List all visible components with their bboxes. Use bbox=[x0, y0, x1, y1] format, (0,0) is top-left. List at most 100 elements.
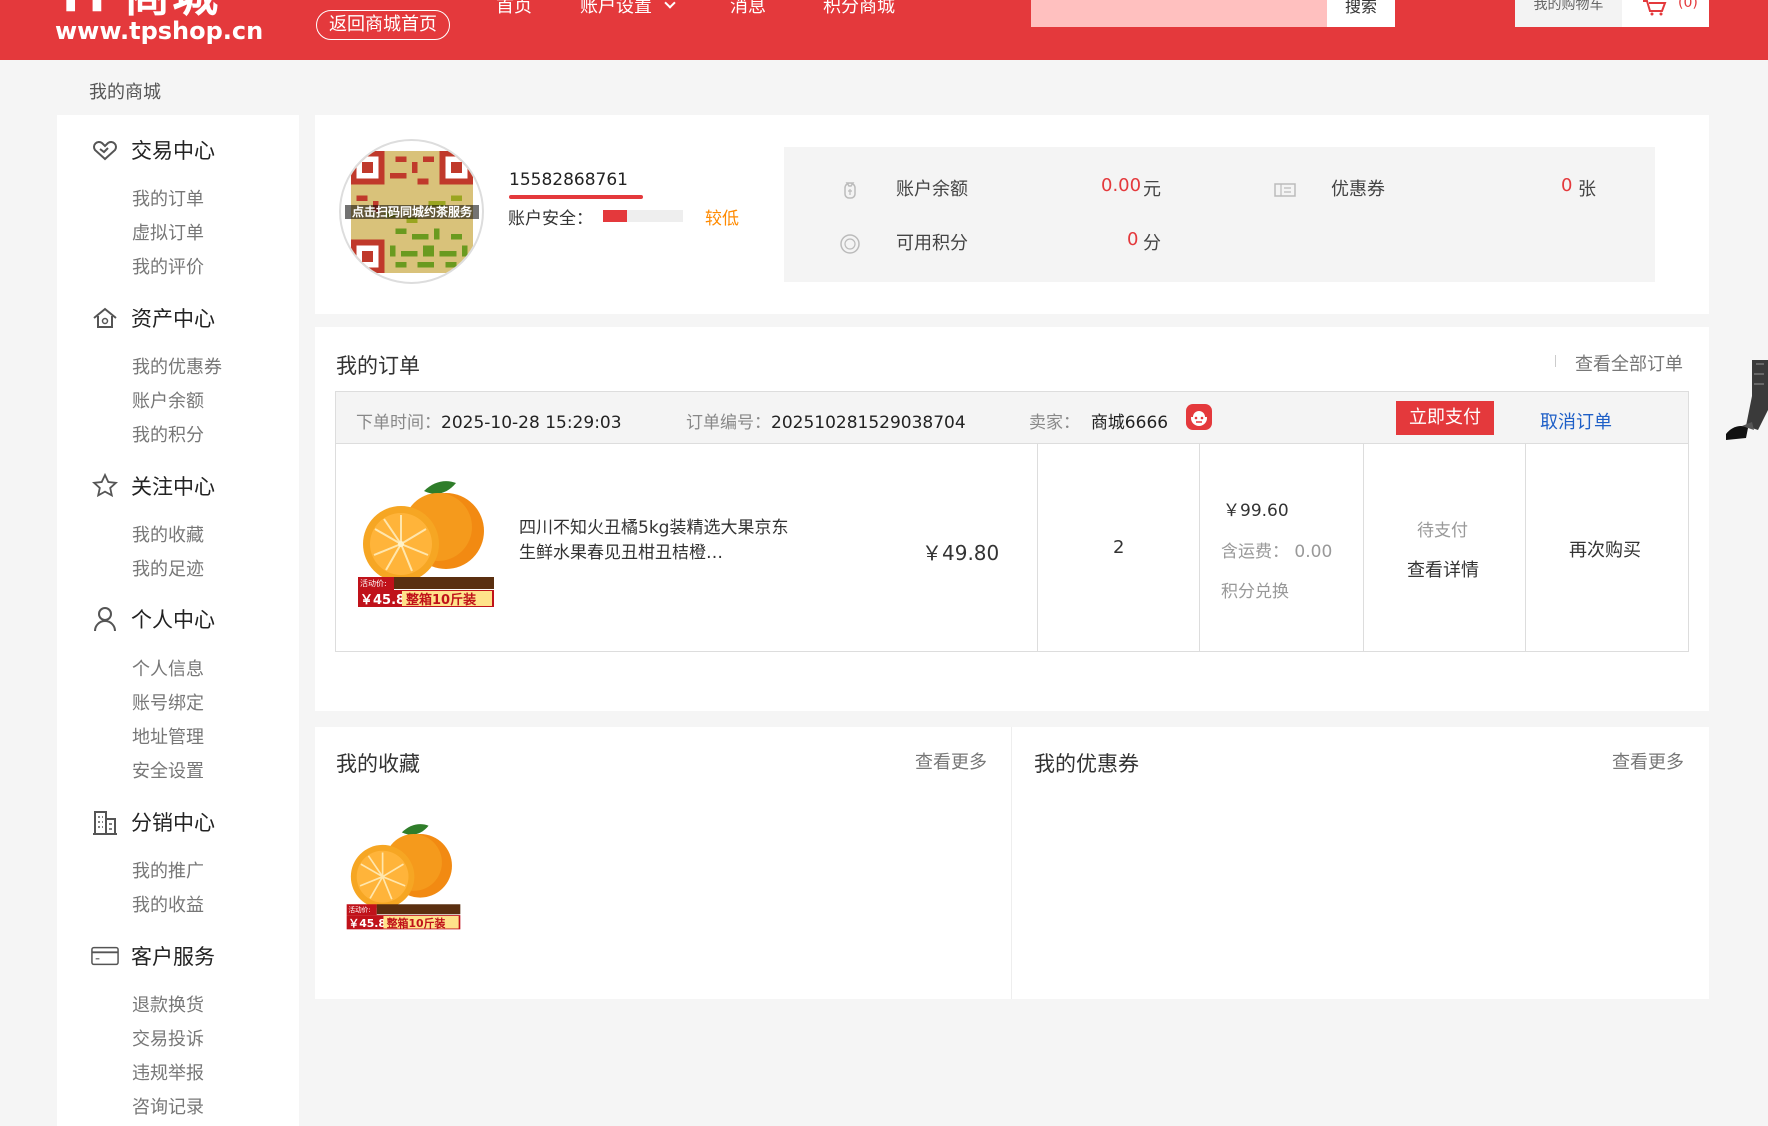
order-time-value: 2025-10-28 15:29:03 bbox=[441, 413, 622, 433]
site-logo[interactable]: TP商城 www.tpshop.cn bbox=[55, 0, 263, 45]
coupons-title: 我的优惠券 bbox=[1034, 752, 1139, 776]
security-progress-bar bbox=[603, 210, 683, 222]
view-detail-link[interactable]: 查看详情 bbox=[1407, 556, 1479, 582]
seller-name[interactable]: 商城6666 bbox=[1091, 413, 1168, 433]
points-exchange: 积分兑换 bbox=[1221, 582, 1289, 602]
sidebar-section-title: 分销中心 bbox=[131, 811, 215, 835]
money-bag-icon bbox=[844, 182, 856, 199]
divider bbox=[1555, 355, 1556, 367]
sidebar-item-virtual-orders[interactable]: 虚拟订单 bbox=[132, 219, 204, 245]
security-level[interactable]: 较低 bbox=[705, 204, 739, 229]
search-button[interactable]: 搜索 bbox=[1327, 0, 1395, 27]
star-icon bbox=[91, 472, 119, 500]
my-cart-link[interactable]: 我的购物车 bbox=[1515, 0, 1622, 27]
sidebar-item-my-orders[interactable]: 我的订单 bbox=[132, 185, 204, 211]
sidebar-item-profile[interactable]: 个人信息 bbox=[132, 655, 204, 681]
favorite-product-image[interactable]: 活动价: ￥45.8 整箱10斤装 bbox=[345, 814, 462, 931]
sidebar-item-my-coupons[interactable]: 我的优惠券 bbox=[132, 353, 222, 379]
favorites-coupons-panel bbox=[315, 727, 1709, 999]
sidebar-section-title: 交易中心 bbox=[131, 139, 215, 163]
cart-count: (0) bbox=[1678, 0, 1698, 11]
nav-messages[interactable]: 消息 bbox=[730, 0, 766, 18]
avatar[interactable]: 点击扫码同城约茶服务 bbox=[339, 139, 484, 284]
top-bar: TP商城 www.tpshop.cn 返回商城首页 首页 账户设置 消息 积分商… bbox=[0, 0, 1768, 60]
divider bbox=[1363, 444, 1364, 652]
sidebar-item-report[interactable]: 违规举报 bbox=[132, 1059, 204, 1085]
back-to-home-button[interactable]: 返回商城首页 bbox=[316, 10, 450, 40]
search-input[interactable] bbox=[1031, 0, 1327, 27]
buy-again-button[interactable]: 再次购买 bbox=[1569, 536, 1641, 562]
view-all-orders-link[interactable]: 查看全部订单 bbox=[1575, 350, 1683, 376]
promo-price: ￥45.8 bbox=[360, 593, 405, 608]
points-label: 可用积分 bbox=[896, 233, 968, 254]
favorites-more-link[interactable]: 查看更多 bbox=[915, 748, 987, 774]
favorites-title: 我的收藏 bbox=[336, 752, 420, 776]
avatar-caption: 点击扫码同城约茶服务 bbox=[345, 205, 479, 219]
balance-unit: 元 bbox=[1143, 179, 1161, 200]
sidebar-item-address[interactable]: 地址管理 bbox=[132, 723, 204, 749]
coupon-value[interactable]: 0 bbox=[1561, 175, 1572, 196]
sidebar-section-distribution: 分销中心 bbox=[91, 807, 215, 837]
promo-label: 活动价: bbox=[360, 578, 387, 588]
sidebar-item-my-footprints[interactable]: 我的足迹 bbox=[132, 555, 204, 581]
pay-now-button[interactable]: 立即支付 bbox=[1396, 401, 1494, 435]
balance-value[interactable]: 0.00 bbox=[1101, 175, 1141, 196]
sidebar-section-follow: 关注中心 bbox=[91, 471, 215, 501]
sidebar-item-my-favorites[interactable]: 我的收藏 bbox=[132, 521, 204, 547]
cart-button[interactable]: (0) bbox=[1622, 0, 1709, 27]
sidebar-section-title: 资产中心 bbox=[131, 307, 215, 331]
nav-account-settings[interactable]: 账户设置 bbox=[580, 0, 676, 18]
sidebar-item-security[interactable]: 安全设置 bbox=[132, 757, 204, 783]
product-price: ￥49.80 bbox=[922, 541, 1000, 565]
sidebar-section-trade: 交易中心 bbox=[91, 135, 215, 165]
coupon-label: 优惠券 bbox=[1331, 179, 1385, 200]
sidebar-item-my-earnings[interactable]: 我的收益 bbox=[132, 891, 204, 917]
logo-title: TP商城 bbox=[55, 0, 220, 18]
sidebar-item-balance[interactable]: 账户余额 bbox=[132, 387, 204, 413]
promo-box-text: 整箱10斤装 bbox=[387, 916, 446, 930]
order-time: 下单时间：2025-10-28 15:29:03 bbox=[356, 408, 622, 433]
nav-points-mall[interactable]: 积分商城 bbox=[823, 0, 895, 18]
building-icon bbox=[91, 808, 119, 836]
divider bbox=[1037, 444, 1038, 652]
sidebar-item-my-promotion[interactable]: 我的推广 bbox=[132, 857, 204, 883]
order-number-label: 订单编号： bbox=[686, 413, 771, 433]
nav-home[interactable]: 首页 bbox=[496, 0, 532, 18]
order-header: 下单时间：2025-10-28 15:29:03 订单编号：2025102815… bbox=[336, 392, 1688, 444]
promo-box-text: 整箱10斤装 bbox=[405, 592, 476, 608]
sidebar-item-complaint[interactable]: 交易投诉 bbox=[132, 1025, 204, 1051]
order-number: 订单编号：202510281529038704 bbox=[686, 408, 966, 433]
points-unit: 分 bbox=[1143, 233, 1161, 254]
logo-url: www.tpshop.cn bbox=[55, 17, 264, 45]
floating-mascot-icon[interactable] bbox=[1722, 360, 1768, 445]
cancel-order-button[interactable]: 取消订单 bbox=[1540, 408, 1612, 434]
sidebar-item-refund[interactable]: 退款换货 bbox=[132, 991, 204, 1017]
divider bbox=[1199, 444, 1200, 652]
breadcrumb: 我的商城 bbox=[89, 82, 161, 103]
sidebar-item-inquiries[interactable]: 咨询记录 bbox=[132, 1093, 204, 1119]
orders-title: 我的订单 bbox=[336, 354, 420, 378]
order-time-label: 下单时间： bbox=[356, 413, 441, 433]
sidebar-section-title: 个人中心 bbox=[131, 608, 215, 632]
username-underline bbox=[509, 195, 643, 199]
product-image[interactable]: 活动价: ￥45.8 整箱10斤装 bbox=[356, 469, 496, 609]
sidebar-section-title: 关注中心 bbox=[131, 475, 215, 499]
sidebar-section-service: 客户服务 bbox=[91, 941, 215, 971]
coupons-more-link[interactable]: 查看更多 bbox=[1612, 748, 1684, 774]
customer-service-icon[interactable] bbox=[1185, 403, 1213, 431]
account-stats: 账户余额 0.00 元 优惠券 0 张 可用积分 0 分 bbox=[784, 147, 1655, 282]
sidebar-item-my-points[interactable]: 我的积分 bbox=[132, 421, 204, 447]
promo-label: 活动价: bbox=[348, 905, 370, 914]
sidebar: 交易中心 我的订单 虚拟订单 我的评价 资产中心 我的优惠券 账户余额 我的积分… bbox=[57, 115, 299, 1126]
divider bbox=[1525, 444, 1526, 652]
product-name[interactable]: 四川不知火丑橘5kg装精选大果京东生鲜水果春见丑柑丑桔橙… bbox=[519, 516, 789, 566]
order-status: 待支付 bbox=[1417, 521, 1468, 541]
sidebar-section-personal: 个人中心 bbox=[91, 604, 215, 634]
sidebar-item-my-reviews[interactable]: 我的评价 bbox=[132, 253, 204, 279]
sidebar-section-assets: 资产中心 bbox=[91, 303, 215, 333]
points-value[interactable]: 0 bbox=[1127, 229, 1138, 250]
sidebar-item-account-binding[interactable]: 账号绑定 bbox=[132, 689, 204, 715]
username: 15582868761 bbox=[509, 170, 628, 190]
divider bbox=[1011, 727, 1012, 999]
coupon-unit: 张 bbox=[1578, 179, 1596, 200]
